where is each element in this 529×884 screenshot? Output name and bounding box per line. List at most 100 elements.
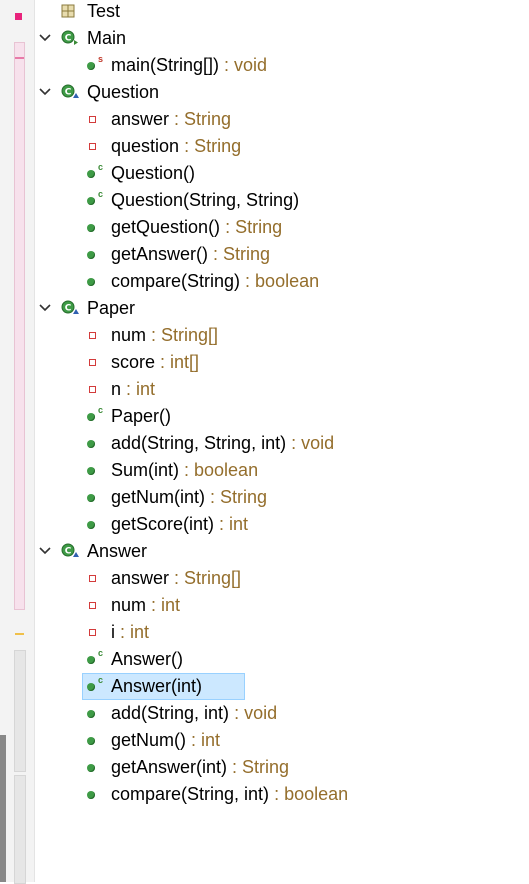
square-shape bbox=[89, 116, 96, 123]
dot-shape bbox=[87, 710, 95, 718]
static-method-icon: s bbox=[87, 52, 109, 79]
member-type: : String bbox=[208, 244, 271, 264]
member-type: : int bbox=[146, 595, 181, 615]
outline-item-label: Main bbox=[87, 25, 126, 52]
member-name: add(String, String, int) bbox=[111, 433, 287, 453]
constructor-badge: c bbox=[98, 189, 104, 199]
dot-shape bbox=[87, 278, 95, 286]
member-name: add(String, int) bbox=[111, 703, 230, 723]
member-name: num bbox=[111, 325, 147, 345]
outline-item-label: getNum(int) : String bbox=[111, 484, 267, 511]
outline-row[interactable]: answer : String bbox=[35, 106, 529, 133]
constructor-icon: c bbox=[87, 673, 109, 700]
constructor-badge: c bbox=[98, 648, 104, 658]
outline-item-label: num : int bbox=[111, 592, 180, 619]
outline-row[interactable]: answer : String[] bbox=[35, 565, 529, 592]
dot-shape bbox=[87, 764, 95, 772]
error-marker-icon[interactable] bbox=[15, 57, 24, 59]
outline-row[interactable]: score : int[] bbox=[35, 349, 529, 376]
package-icon bbox=[61, 0, 83, 25]
outline-row[interactable]: c Paper() bbox=[35, 403, 529, 430]
ruler-segment bbox=[14, 650, 26, 772]
outline-row[interactable]: Test bbox=[35, 0, 529, 25]
outline-item-label: i : int bbox=[111, 619, 149, 646]
member-type: : String[] bbox=[146, 325, 219, 345]
member-name: main(String[]) bbox=[111, 55, 220, 75]
dot-shape bbox=[87, 62, 95, 70]
outline-row[interactable]: getScore(int) : int bbox=[35, 511, 529, 538]
outline-row[interactable]: C Answer bbox=[35, 538, 529, 565]
outline-row[interactable]: compare(String) : boolean bbox=[35, 268, 529, 295]
outline-row[interactable]: getQuestion() : String bbox=[35, 214, 529, 241]
constructor-icon: c bbox=[87, 403, 109, 430]
outline-row[interactable]: C Main bbox=[35, 25, 529, 52]
outline-row[interactable]: c Answer(int) bbox=[35, 673, 529, 700]
member-name: Sum(int) bbox=[111, 460, 180, 480]
chevron-down-icon[interactable] bbox=[39, 25, 53, 52]
outline-row[interactable]: C Question bbox=[35, 79, 529, 106]
outline-item-label: Question() bbox=[111, 160, 195, 187]
ruler-segment bbox=[14, 775, 26, 884]
member-type: : boolean bbox=[269, 784, 349, 804]
member-name: getNum() bbox=[111, 730, 187, 750]
outline-row[interactable]: C Paper bbox=[35, 295, 529, 322]
member-name: n bbox=[111, 379, 122, 399]
main-class-icon: C bbox=[61, 25, 83, 52]
outline-item-label: getScore(int) : int bbox=[111, 511, 248, 538]
outline-item-label: score : int[] bbox=[111, 349, 199, 376]
outline-item-label: Answer bbox=[87, 538, 147, 565]
public-method-icon bbox=[87, 781, 109, 808]
outline-row[interactable]: getAnswer() : String bbox=[35, 241, 529, 268]
dot-shape bbox=[87, 224, 95, 232]
chevron-down-icon[interactable] bbox=[39, 79, 53, 106]
member-name: Question() bbox=[111, 163, 196, 183]
member-type: : String bbox=[227, 757, 290, 777]
outline-row[interactable]: getAnswer(int) : String bbox=[35, 754, 529, 781]
member-name: num bbox=[111, 595, 147, 615]
outline-row[interactable]: compare(String, int) : boolean bbox=[35, 781, 529, 808]
class-icon: C bbox=[61, 538, 83, 565]
outline-row[interactable]: getNum(int) : String bbox=[35, 484, 529, 511]
outline-row[interactable]: n : int bbox=[35, 376, 529, 403]
outline-item-label: Answer(int) bbox=[111, 673, 202, 700]
member-type: : boolean bbox=[240, 271, 320, 291]
outline-row[interactable]: i : int bbox=[35, 619, 529, 646]
constructor-badge: c bbox=[98, 675, 104, 685]
svg-text:C: C bbox=[65, 88, 72, 98]
member-type: : int bbox=[115, 622, 150, 642]
outline-item-label: getNum() : int bbox=[111, 727, 220, 754]
member-name: getNum(int) bbox=[111, 487, 206, 507]
outline-row[interactable]: c Answer() bbox=[35, 646, 529, 673]
outline-row[interactable]: question : String bbox=[35, 133, 529, 160]
square-shape bbox=[89, 386, 96, 393]
square-shape bbox=[89, 332, 96, 339]
outline-row[interactable]: getNum() : int bbox=[35, 727, 529, 754]
dot-shape bbox=[87, 467, 95, 475]
outline-item-label: num : String[] bbox=[111, 322, 218, 349]
public-method-icon bbox=[87, 457, 109, 484]
outline-row[interactable]: c Question() bbox=[35, 160, 529, 187]
dot-shape bbox=[87, 251, 95, 259]
outline-row[interactable]: num : int bbox=[35, 592, 529, 619]
dot-shape bbox=[87, 683, 95, 691]
member-name: compare(String) bbox=[111, 271, 241, 291]
outline-row[interactable]: num : String[] bbox=[35, 322, 529, 349]
outline-row[interactable]: add(String, int) : void bbox=[35, 700, 529, 727]
member-type: : String bbox=[205, 487, 268, 507]
error-marker-icon[interactable] bbox=[15, 13, 22, 20]
chevron-down-icon[interactable] bbox=[39, 538, 53, 565]
public-method-icon bbox=[87, 214, 109, 241]
member-name: Answer() bbox=[111, 649, 184, 669]
outline-item-label: compare(String, int) : boolean bbox=[111, 781, 348, 808]
outline-item-label: getQuestion() : String bbox=[111, 214, 282, 241]
public-method-icon bbox=[87, 430, 109, 457]
warning-marker-icon[interactable] bbox=[15, 633, 24, 635]
chevron-down-icon[interactable] bbox=[39, 295, 53, 322]
member-name: answer bbox=[111, 568, 170, 588]
private-field-icon bbox=[87, 106, 109, 133]
outline-row[interactable]: c Question(String, String) bbox=[35, 187, 529, 214]
outline-row[interactable]: s main(String[]) : void bbox=[35, 52, 529, 79]
outline-row[interactable]: Sum(int) : boolean bbox=[35, 457, 529, 484]
member-name: getScore(int) bbox=[111, 514, 215, 534]
outline-row[interactable]: add(String, String, int) : void bbox=[35, 430, 529, 457]
